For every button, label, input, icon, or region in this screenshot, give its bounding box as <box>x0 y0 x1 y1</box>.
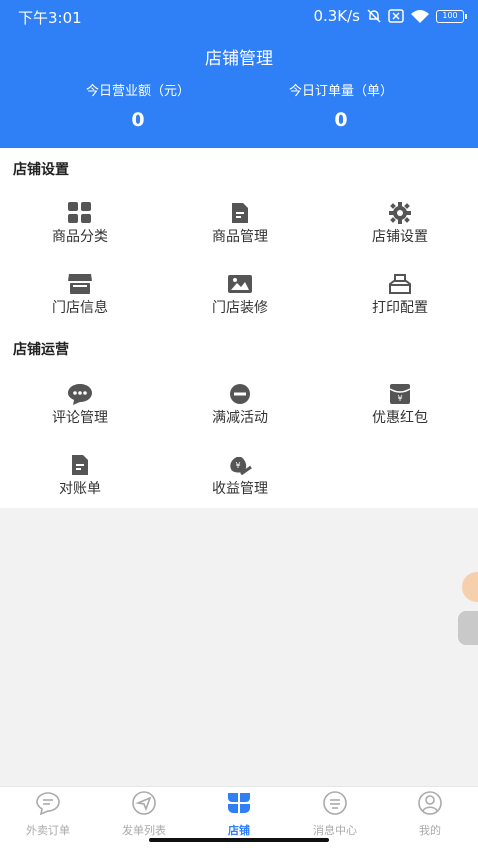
image-icon <box>227 273 253 295</box>
wifi-icon <box>411 10 429 23</box>
minus-circle-icon <box>227 383 253 405</box>
profile-icon <box>418 791 442 815</box>
menu-item-label: 满减活动 <box>212 410 268 426</box>
sim-icon <box>388 9 404 23</box>
stat-orders-label: 今日订单量（单） <box>288 84 393 99</box>
menu-item-discount[interactable]: 满减活动 <box>160 383 320 427</box>
document-icon <box>227 202 253 224</box>
main-panel: 店铺设置 商品分类 商品管理 店铺设置 门店信息 门店装修 打印配置 店铺运营 … <box>0 148 478 508</box>
stat-revenue: 今日营业额（元） 0 <box>38 80 238 131</box>
send-icon <box>132 791 156 815</box>
grid-icon <box>67 202 93 224</box>
section-title-store-settings: 店铺设置 <box>13 162 69 178</box>
network-speed: 0.3K/s <box>313 7 360 25</box>
menu-item-red-packet[interactable]: ¥ 优惠红包 <box>320 383 478 427</box>
tab-label: 外卖订单 <box>26 824 70 837</box>
comment-icon <box>67 383 93 405</box>
status-time: 下午3:01 <box>18 9 82 27</box>
tab-profile[interactable]: 我的 <box>382 791 478 838</box>
red-packet-icon: ¥ <box>387 383 413 405</box>
tab-label: 店铺 <box>228 824 250 837</box>
menu-item-label: 打印配置 <box>372 300 428 316</box>
menu-item-earnings[interactable]: ¥ 收益管理 <box>160 454 320 498</box>
status-bar: 下午3:01 0.3K/s 100 <box>0 0 478 32</box>
mute-bell-icon <box>367 9 381 23</box>
order-icon <box>36 792 60 816</box>
tab-dispatch-list[interactable]: 发单列表 <box>96 791 192 838</box>
menu-item-label: 门店信息 <box>52 300 108 316</box>
menu-item-category[interactable]: 商品分类 <box>0 202 160 246</box>
stat-revenue-value: 0 <box>131 109 145 131</box>
menu-item-label: 商品分类 <box>52 229 108 245</box>
menu-item-label: 收益管理 <box>212 481 268 497</box>
menu-item-label: 门店装修 <box>212 300 268 316</box>
stat-orders-value: 0 <box>334 109 348 131</box>
menu-item-reviews[interactable]: 评论管理 <box>0 383 160 427</box>
tab-label: 我的 <box>419 824 441 837</box>
tab-label: 发单列表 <box>122 824 166 837</box>
store-icon <box>228 793 250 813</box>
tab-takeout-orders[interactable]: 外卖订单 <box>0 791 96 838</box>
menu-item-label: 优惠红包 <box>372 410 428 426</box>
section-title-store-operations: 店铺运营 <box>13 342 69 358</box>
tab-store[interactable]: 店铺 <box>191 791 287 838</box>
page-title: 店铺管理 <box>205 49 273 69</box>
printer-icon <box>387 273 413 295</box>
menu-item-label: 店铺设置 <box>372 229 428 245</box>
menu-item-print-config[interactable]: 打印配置 <box>320 273 478 317</box>
stat-orders: 今日订单量（单） 0 <box>241 80 441 131</box>
money-bag-icon: ¥ <box>227 454 253 476</box>
menu-item-products[interactable]: 商品管理 <box>160 202 320 246</box>
menu-item-statement[interactable]: 对账单 <box>0 454 160 498</box>
menu-item-store-info[interactable]: 门店信息 <box>0 273 160 317</box>
stat-revenue-label: 今日营业额（元） <box>85 84 190 99</box>
tab-label: 消息中心 <box>313 824 357 837</box>
floating-ball[interactable] <box>462 572 478 602</box>
floating-tool-button[interactable] <box>458 611 478 645</box>
svg-text:¥: ¥ <box>235 461 240 470</box>
storefront-icon <box>67 273 93 295</box>
menu-item-label: 商品管理 <box>212 229 268 245</box>
menu-item-label: 对账单 <box>59 481 101 497</box>
menu-item-store-settings[interactable]: 店铺设置 <box>320 202 478 246</box>
menu-item-decoration[interactable]: 门店装修 <box>160 273 320 317</box>
message-icon <box>323 791 347 815</box>
gear-icon <box>387 202 413 224</box>
header: 下午3:01 0.3K/s 100 店铺管理 今日营业额（元） 0 今日订单量（… <box>0 0 478 148</box>
menu-item-label: 评论管理 <box>52 410 108 426</box>
svg-text:¥: ¥ <box>397 394 402 403</box>
home-indicator[interactable] <box>149 838 329 842</box>
tab-message-center[interactable]: 消息中心 <box>287 791 383 838</box>
statement-icon <box>67 454 93 476</box>
status-right: 0.3K/s 100 <box>313 7 467 25</box>
battery-icon: 100 <box>436 9 467 23</box>
